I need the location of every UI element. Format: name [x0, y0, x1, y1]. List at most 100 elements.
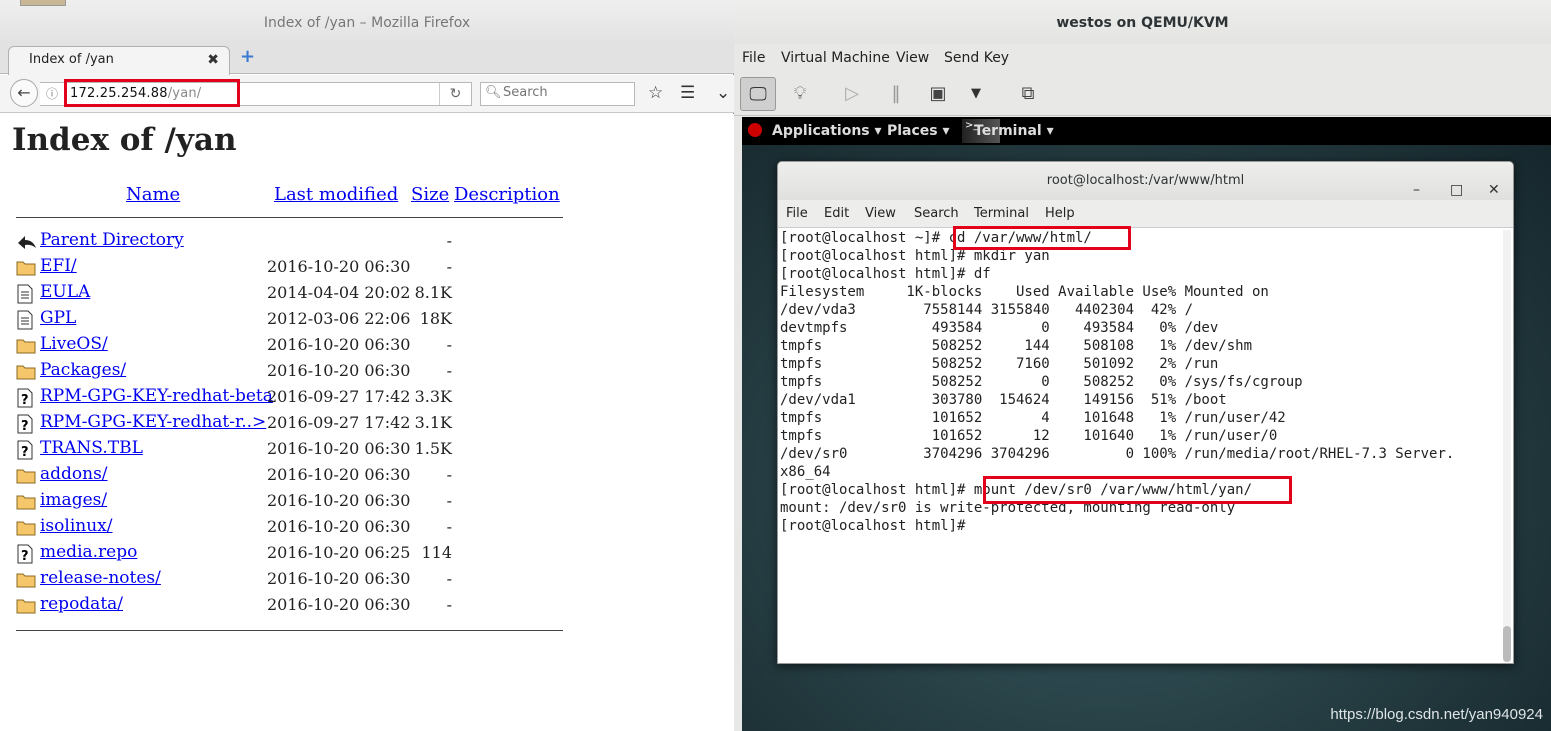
applications-menu[interactable]: Applications ▾	[772, 123, 882, 139]
folder-icon	[16, 570, 36, 590]
new-tab-icon[interactable]: +	[240, 46, 255, 67]
terminal-output[interactable]: [root@localhost ~]# cd /var/www/html/ [ro…	[780, 229, 1500, 663]
menu-send-key[interactable]: Send Key	[944, 50, 1009, 66]
reading-list-icon[interactable]: ☰	[680, 83, 695, 103]
file-size: -	[446, 465, 452, 484]
table-row: ? RPM-GPG-KEY-redhat-r..> 2016-09-27 17:42…	[0, 412, 734, 438]
play-icon[interactable]: ▷	[834, 77, 870, 111]
svg-text:?: ?	[21, 445, 29, 460]
text-file-icon	[16, 310, 36, 330]
terminal-menu-file[interactable]: File	[786, 206, 808, 221]
file-link[interactable]: isolinux/	[40, 516, 112, 536]
file-link[interactable]: RPM-GPG-KEY-redhat-beta	[40, 386, 273, 406]
tab-index-of-yan[interactable]: Index of /yan ✖	[8, 46, 230, 75]
places-menu[interactable]: Places ▾	[887, 123, 950, 139]
terminal-line: tmpfs 508252 0 508252 0% /sys/fs/cgroup	[780, 374, 1303, 390]
desktop-corner-icon	[20, 0, 66, 6]
last-modified: 2016-10-20 06:30	[267, 257, 411, 276]
qemu-title-bar: westos on QEMU/KVM	[734, 0, 1551, 44]
top-divider	[16, 217, 563, 218]
last-modified: 2014-04-04 20:02	[267, 283, 411, 302]
file-link[interactable]: Parent Directory	[40, 230, 184, 250]
terminal-menu-terminal[interactable]: Terminal	[974, 206, 1029, 221]
url-bar[interactable]: ⓘ 172.25.254.88/yan/ ↻	[40, 79, 472, 107]
terminal-menu-search[interactable]: Search	[914, 206, 959, 221]
svg-text:?: ?	[21, 549, 29, 564]
reload-icon[interactable]: ↻	[439, 83, 471, 105]
watermark: https://blog.csdn.net/yan940924	[1330, 706, 1543, 723]
terminal-menu-help[interactable]: Help	[1045, 206, 1075, 221]
table-row: ? RPM-GPG-KEY-redhat-beta 2016-09-27 17:42…	[0, 386, 734, 412]
file-link[interactable]: EULA	[40, 282, 90, 302]
lightbulb-icon[interactable]: 💡︎	[782, 77, 818, 111]
file-link[interactable]: EFI/	[40, 256, 77, 276]
vm-display[interactable]: Applications ▾ Places ▾ >_ Terminal ▾ ro…	[742, 117, 1551, 731]
search-input[interactable]	[503, 85, 631, 100]
column-header-description[interactable]: Description	[454, 184, 560, 205]
file-link[interactable]: repodata/	[40, 594, 123, 614]
terminal-line: [root@localhost html]#	[780, 518, 966, 534]
file-link[interactable]: release-notes/	[40, 568, 161, 588]
file-size: 114	[421, 543, 452, 562]
table-row: Parent Directory -	[0, 230, 734, 256]
column-header-name[interactable]: Name	[126, 184, 180, 205]
file-link[interactable]: media.repo	[40, 542, 137, 562]
file-link[interactable]: images/	[40, 490, 107, 510]
file-link[interactable]: Packages/	[40, 360, 126, 380]
folder-icon	[16, 336, 36, 356]
file-link[interactable]: TRANS.TBL	[40, 438, 143, 458]
unknown-file-icon: ?	[16, 440, 36, 460]
column-header-last-modified[interactable]: Last modified	[274, 184, 398, 205]
file-link[interactable]: LiveOS/	[40, 334, 108, 354]
search-box[interactable]: 🔍︎	[480, 82, 635, 106]
chevron-down-icon[interactable]: ▼	[958, 77, 994, 111]
file-link[interactable]: addons/	[40, 464, 108, 484]
terminal-line: Filesystem 1K-blocks Used Available Use%…	[780, 284, 1269, 300]
file-link[interactable]: RPM-GPG-KEY-redhat-r..>	[40, 412, 266, 432]
file-link[interactable]: GPL	[40, 308, 76, 328]
terminal-menu-edit[interactable]: Edit	[824, 206, 849, 221]
menu-view[interactable]: View	[896, 50, 929, 66]
menu-file[interactable]: File	[742, 50, 765, 66]
table-row: LiveOS/2016-10-20 06:30 -	[0, 334, 734, 360]
folder-icon	[16, 518, 36, 538]
power-icon[interactable]: ▣	[920, 77, 956, 111]
monitor-icon[interactable]: 🖵︎	[740, 77, 776, 111]
terminal-app-menu[interactable]: Terminal ▾	[974, 123, 1054, 139]
url-highlight-box	[64, 79, 240, 107]
table-row: isolinux/2016-10-20 06:30 -	[0, 516, 734, 542]
back-arrow-icon[interactable]: ←	[10, 79, 38, 107]
terminal-scrollbar[interactable]	[1503, 230, 1511, 662]
terminal-line: tmpfs 101652 12 101640 1% /run/user/0	[780, 428, 1278, 444]
close-icon[interactable]: ✖	[207, 47, 219, 73]
last-modified: 2016-09-27 17:42	[267, 413, 411, 432]
firefox-window: Index of /yan – Mozilla Firefox Index of…	[0, 0, 734, 731]
info-icon[interactable]: ⓘ	[46, 85, 58, 102]
last-modified: 2016-10-20 06:30	[267, 335, 411, 354]
qemu-toolbar: 🖵︎ 💡︎ ▷ ‖ ▣ ▼ ⧉	[734, 72, 1551, 116]
terminal-window: root@localhost:/var/www/html – □ ✕ File …	[777, 161, 1514, 664]
column-header-size[interactable]: Size	[411, 184, 449, 205]
navigation-toolbar: ← ⓘ 172.25.254.88/yan/ ↻ 🔍︎ ☆ ☰ ⌄	[0, 75, 734, 113]
pocket-icon[interactable]: ⌄	[716, 83, 730, 103]
search-icon: 🔍︎	[485, 85, 502, 100]
terminal-line: /dev/sr0 3704296 3704296 0 100% /run/med…	[780, 446, 1455, 462]
bookmark-star-icon[interactable]: ☆	[648, 83, 663, 103]
terminal-line: tmpfs 508252 144 508108 1% /dev/shm	[780, 338, 1253, 354]
folder-icon	[16, 492, 36, 512]
fullscreen-icon[interactable]: ⧉	[1010, 77, 1046, 111]
pause-icon[interactable]: ‖	[878, 77, 914, 111]
page-title: Index of /yan	[12, 122, 237, 158]
terminal-menu-view[interactable]: View	[865, 206, 896, 221]
table-row: Packages/2016-10-20 06:30 -	[0, 360, 734, 386]
menu-virtual-machine[interactable]: Virtual Machine	[781, 50, 890, 66]
last-modified: 2016-10-20 06:30	[267, 361, 411, 380]
last-modified: 2016-10-20 06:30	[267, 439, 411, 458]
cd-command-highlight	[953, 226, 1131, 250]
table-row: repodata/2016-10-20 06:30 -	[0, 594, 734, 620]
file-size: 8.1K	[414, 283, 452, 302]
back-icon	[16, 232, 36, 252]
scrollbar-thumb[interactable]	[1503, 626, 1511, 662]
file-size: -	[446, 361, 452, 380]
file-size: -	[446, 595, 452, 614]
